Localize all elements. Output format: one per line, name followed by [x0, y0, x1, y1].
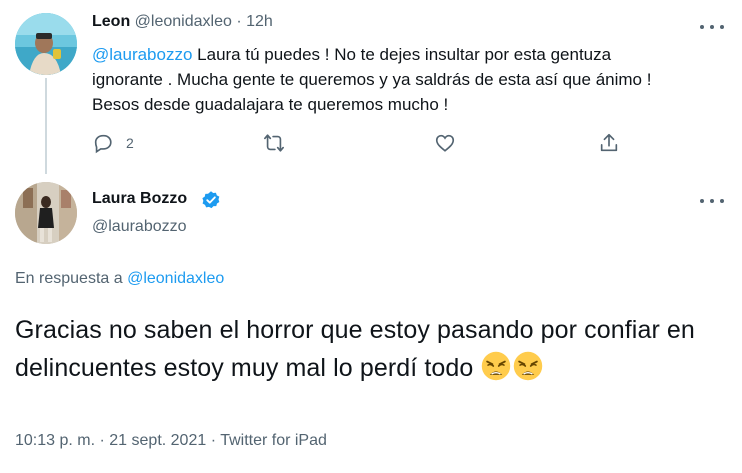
retweet-icon — [264, 134, 284, 152]
in-reply-label: En respuesta a — [15, 270, 128, 287]
share-icon — [600, 133, 618, 152]
reply-icon — [94, 134, 112, 154]
heart-icon — [435, 134, 455, 152]
tweet-time[interactable]: 12h — [246, 13, 273, 30]
separator-dot: · — [210, 432, 217, 449]
avatar-laura-bozzo[interactable] — [15, 182, 77, 244]
tweet-date[interactable]: 21 sept. 2021 — [109, 432, 206, 449]
separator-dot: · — [236, 13, 242, 30]
in-reply-handle-link[interactable]: @leonidaxleo — [127, 270, 224, 287]
retweet-button[interactable] — [262, 132, 286, 154]
main-tweet-text: Gracias no saben el horror que estoy pas… — [15, 311, 730, 387]
reply-tweet-text: @laurabozzo Laura tú puedes ! No te deje… — [92, 42, 724, 117]
main-author-handle-row: @laurabozzo — [92, 218, 187, 236]
in-reply-to: En respuesta a @leonidaxleo — [15, 270, 224, 288]
reply-count: 2 — [126, 135, 134, 151]
share-button[interactable] — [598, 132, 620, 154]
author-handle[interactable]: @laurabozzo — [92, 218, 187, 235]
tweet-source[interactable]: Twitter for iPad — [220, 432, 327, 449]
reply-button[interactable]: 2 — [92, 132, 134, 154]
author-name[interactable]: Leon — [92, 13, 130, 30]
like-button[interactable] — [434, 132, 456, 154]
tweet-metadata: 10:13 p. m. · 21 sept. 2021 · Twitter fo… — [15, 432, 327, 450]
more-options-icon[interactable] — [700, 197, 724, 205]
mention-link[interactable]: @laurabozzo — [92, 45, 192, 64]
weary-face-emoji — [482, 351, 511, 381]
main-author-name-row: Laura Bozzo — [92, 190, 187, 208]
more-options-icon[interactable] — [700, 23, 724, 31]
author-name[interactable]: Laura Bozzo — [92, 190, 187, 207]
weary-face-emoji — [514, 351, 543, 381]
author-handle[interactable]: @leonidaxleo — [135, 13, 232, 30]
avatar-leon[interactable] — [15, 13, 77, 75]
verified-badge-icon — [202, 191, 220, 209]
reply-header: Leon @leonidaxleo · 12h — [92, 13, 273, 31]
separator-dot: · — [99, 432, 105, 449]
tweet-time[interactable]: 10:13 p. m. — [15, 432, 95, 449]
thread-connector-line — [45, 78, 47, 174]
main-tweet-body: Gracias no saben el horror que estoy pas… — [15, 316, 695, 382]
